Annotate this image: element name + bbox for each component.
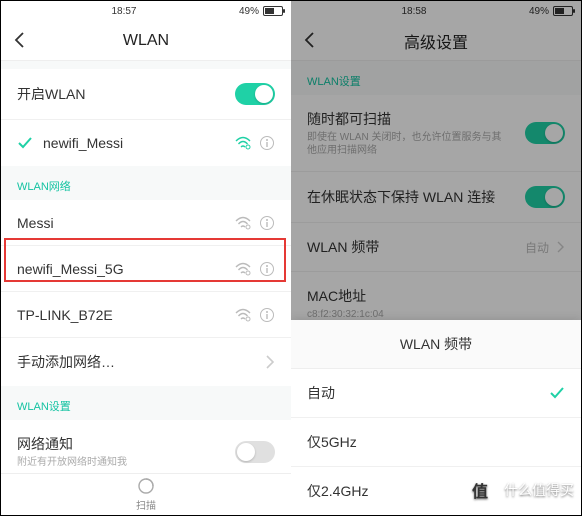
add-network-row[interactable]: 手动添加网络… [1,338,291,386]
mac-label: MAC地址 [307,286,384,306]
status-battery-pct: 49% [239,6,259,17]
connected-ssid: newifi_Messi [43,135,123,151]
wlan-toggle-row[interactable]: 开启WLAN [1,69,291,120]
chevron-right-icon [265,355,275,369]
battery-icon [553,6,573,16]
navbar: WLAN [1,21,291,61]
sheet-header: WLAN 频带 [291,320,581,369]
network-row[interactable]: Messi [1,200,291,246]
wlan-band-row[interactable]: WLAN 频带 自动 [291,223,581,272]
back-button[interactable] [301,31,319,49]
sheet-option-auto[interactable]: 自动 [291,369,581,418]
status-battery-pct: 49% [529,6,549,17]
chevron-right-icon [557,241,565,253]
network-row[interactable]: newifi_Messi_5G [1,246,291,292]
watermark-text: 什么值得买 [504,480,574,500]
watermark: 值 什么值得买 [462,472,574,508]
screen-advanced-settings: 18:58 49% 高级设置 WLAN设置 随时都可扫描 即使在 WLAN 关闭… [291,1,581,515]
add-network-label: 手动添加网络… [17,352,115,372]
info-icon[interactable] [259,135,275,151]
status-bar: 18:57 49% [1,1,291,21]
sheet-option-label: 自动 [307,383,335,403]
wifi-icon [235,262,251,276]
wlan-toggle-label: 开启WLAN [17,84,85,104]
network-ssid: newifi_Messi_5G [17,261,124,277]
keep-sleep-row[interactable]: 在休眠状态下保持 WLAN 连接 [291,172,581,223]
network-ssid: TP-LINK_B72E [17,307,113,323]
section-wlan-label: WLAN设置 [291,61,581,95]
scan-always-row[interactable]: 随时都可扫描 即使在 WLAN 关闭时，也允许位置服务与其他应用扫描网络 [291,95,581,172]
wifi-icon [235,308,251,322]
checkmark-icon [549,385,565,401]
sheet-option-label: 仅2.4GHz [307,481,368,501]
info-icon[interactable] [259,307,275,323]
status-bar: 18:58 49% [291,1,581,21]
status-time: 18:57 [111,6,136,17]
page-title: 高级设置 [404,29,468,53]
scan-always-sub: 即使在 WLAN 关闭时，也允许位置服务与其他应用扫描网络 [307,131,507,157]
info-icon[interactable] [259,261,275,277]
back-button[interactable] [11,31,29,49]
status-time: 18:58 [401,6,426,17]
scan-always-toggle[interactable] [525,122,565,144]
screen-wlan-list: 18:57 49% WLAN 开启WLAN newifi_Messi [1,1,291,515]
scan-icon [137,477,155,495]
wifi-icon [235,136,251,150]
network-row[interactable]: TP-LINK_B72E [1,292,291,338]
network-notify-sub: 附近有开放网络时通知我 [17,456,127,469]
scan-label: 扫描 [136,497,156,512]
wlan-band-value: 自动 [525,239,549,256]
bottom-scan-tab[interactable]: 扫描 [1,473,291,515]
navbar: 高级设置 [291,21,581,61]
sheet-option-5ghz[interactable]: 仅5GHz [291,418,581,467]
network-notify-title: 网络通知 [17,434,127,454]
info-icon[interactable] [259,215,275,231]
network-ssid: Messi [17,215,54,231]
keep-sleep-toggle[interactable] [525,186,565,208]
scan-always-title: 随时都可扫描 [307,109,507,129]
wifi-icon [235,216,251,230]
battery-icon [263,6,283,16]
sheet-option-label: 仅5GHz [307,432,357,452]
network-notify-toggle[interactable] [235,441,275,463]
section-networks-label: WLAN网络 [1,166,291,200]
chevron-left-icon [11,31,29,49]
checkmark-icon [17,135,33,151]
watermark-logo: 值 [462,472,498,508]
page-title: WLAN [123,32,169,50]
connected-network-row[interactable]: newifi_Messi [1,120,291,166]
keep-sleep-label: 在休眠状态下保持 WLAN 连接 [307,187,495,207]
wlan-band-label: WLAN 频带 [307,237,379,257]
wlan-toggle[interactable] [235,83,275,105]
section-settings-label: WLAN设置 [1,386,291,420]
chevron-left-icon [301,31,319,49]
